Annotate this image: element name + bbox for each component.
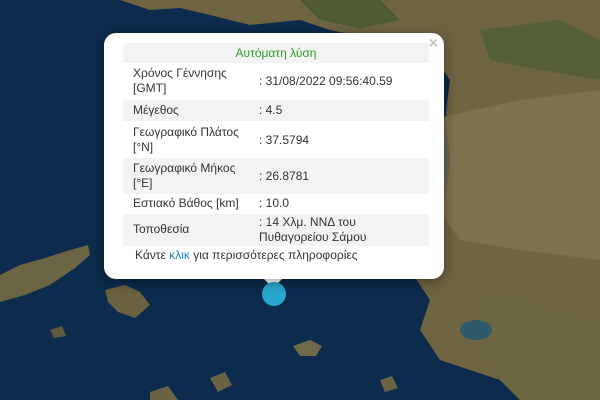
earthquake-marker-icon[interactable] [262, 282, 286, 306]
row-latitude: Γεωγραφικό Πλάτος [°N] : 37.5794 [123, 122, 429, 158]
label-magnitude: Μέγεθος [133, 103, 179, 117]
earthquake-popup: × Αυτόματη λύση Χρόνος Γέννησης [GMT] : 3… [104, 33, 444, 279]
value-depth: : 10.0 [259, 196, 290, 210]
row-depth: Εστιακό Βάθος [km] : 10.0 [123, 194, 429, 214]
value-latitude: : 37.5794 [259, 133, 310, 147]
label-origin-time: Χρόνος Γέννησης [GMT] [133, 66, 227, 95]
label-depth: Εστιακό Βάθος [km] [133, 196, 239, 210]
row-magnitude: Μέγεθος : 4.5 [123, 100, 429, 121]
popup-title: Αυτόματη λύση [123, 43, 429, 63]
row-longitude: Γεωγραφικό Μήκος [°E] : 26.8781 [123, 158, 429, 194]
value-origin-time: : 31/08/2022 09:56:40.59 [259, 74, 393, 88]
label-longitude: Γεωγραφικό Μήκος [°E] [133, 161, 236, 190]
more-info-text: Κάντε κλικ για περισσότερες πληροφορίες [135, 248, 358, 262]
row-location: Τοποθεσία : 14 Χλμ. ΝΝΔ του Πυθαγορείου Σ… [123, 214, 429, 246]
value-longitude: : 26.8781 [259, 169, 310, 183]
value-magnitude: : 4.5 [259, 103, 283, 117]
label-latitude: Γεωγραφικό Πλάτος [°N] [133, 125, 239, 154]
row-origin-time: Χρόνος Γέννησης [GMT] : 31/08/2022 09:56:… [123, 63, 429, 99]
label-location: Τοποθεσία [133, 222, 190, 236]
value-location: : 14 Χλμ. ΝΝΔ του Πυθαγορείου Σάμου [259, 215, 367, 244]
close-icon[interactable]: × [429, 36, 438, 52]
more-info-link[interactable]: κλικ [169, 248, 190, 262]
